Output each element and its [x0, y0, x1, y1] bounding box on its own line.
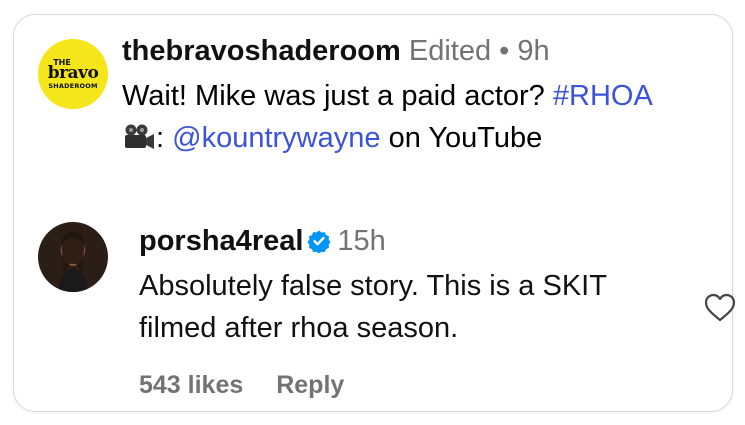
hashtag-link[interactable]: #RHOA	[553, 80, 653, 112]
post-username[interactable]: thebravoshaderoom	[122, 35, 401, 67]
comment-footer: 543 likes Reply	[139, 371, 344, 400]
caption-line-2: : @kountrywayne on YouTube	[122, 117, 653, 159]
comment-card: THE bravo SHADEROOM thebravoshaderoom Ed…	[13, 14, 736, 412]
comment-username[interactable]: porsha4real	[139, 225, 303, 257]
edited-label: Edited	[408, 35, 492, 67]
reply-button[interactable]: Reply	[276, 371, 344, 399]
commenter-avatar[interactable]	[38, 222, 108, 292]
comment-header: porsha4real 15h	[139, 225, 386, 258]
verified-badge-icon	[307, 230, 332, 253]
logo-text-shaderoom: SHADEROOM	[48, 81, 98, 90]
caption-text: Wait! Mike was just a paid actor?	[122, 80, 545, 112]
mention-link[interactable]: @kountrywayne	[172, 122, 380, 154]
caption-line-1: Wait! Mike was just a paid actor? #RHOA	[122, 75, 653, 117]
caption-suffix: on YouTube	[388, 122, 543, 154]
comment-timestamp[interactable]: 15h	[337, 225, 385, 257]
movie-camera-icon	[125, 124, 154, 149]
caption-colon: :	[156, 122, 165, 154]
meta-separator: •	[499, 35, 510, 67]
logo-text-bravo: bravo	[47, 62, 99, 83]
comment-text: Absolutely false story. This is a SKIT f…	[139, 265, 684, 349]
post-timestamp[interactable]: 9h	[517, 35, 549, 67]
likes-count[interactable]: 543 likes	[139, 371, 243, 399]
post-caption: Wait! Mike was just a paid actor? #RHOA …	[122, 75, 653, 159]
post-header: thebravoshaderoom Edited • 9h	[122, 35, 550, 68]
avatar-portrait	[58, 231, 88, 292]
comment-text-content: Absolutely false story. This is a SKIT f…	[139, 270, 607, 344]
heart-outline-icon[interactable]	[704, 293, 736, 323]
bravo-shaderoom-avatar[interactable]: THE bravo SHADEROOM	[38, 39, 108, 109]
